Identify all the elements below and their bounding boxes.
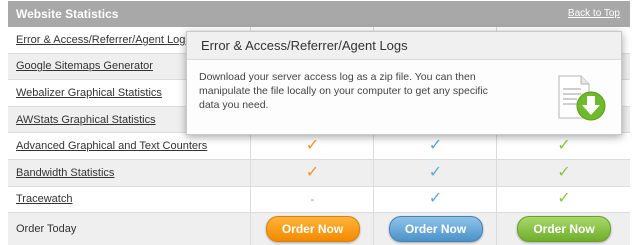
- plan-cell: ✓: [250, 133, 374, 159]
- not-included-dash: -: [310, 192, 315, 207]
- order-label-cell: Order Today: [8, 213, 258, 245]
- order-now-button[interactable]: Order Now: [388, 216, 483, 243]
- feature-link[interactable]: Google Sitemaps Generator: [16, 60, 153, 72]
- check-icon: ✓: [428, 137, 443, 155]
- order-cell: Order Now: [250, 213, 374, 245]
- order-today-label: Order Today: [16, 223, 77, 236]
- feature-tooltip: Error & Access/Referrer/Agent Logs Downl…: [186, 31, 622, 135]
- plan-cell: ✓: [373, 159, 497, 186]
- feature-label-cell: Tracewatch: [8, 187, 258, 213]
- check-icon: ✓: [428, 190, 443, 208]
- check-icon: ✓: [557, 190, 571, 208]
- feature-label-cell: Advanced Graphical and Text Counters: [8, 133, 258, 159]
- website-statistics-header: Website Statistics Back to Top: [8, 1, 630, 27]
- table-row: Bandwidth Statistics ✓ ✓ ✓: [8, 159, 631, 187]
- plan-cell: ✓: [496, 159, 631, 186]
- plan-cell: ✓: [373, 133, 497, 159]
- feature-link[interactable]: Webalizer Graphical Statistics: [16, 87, 162, 99]
- feature-link[interactable]: Bandwidth Statistics: [16, 167, 114, 179]
- plan-cell: ✓: [496, 133, 631, 159]
- check-icon: ✓: [557, 137, 571, 155]
- download-file-icon: [558, 75, 606, 121]
- plan-cell: ✓: [496, 186, 631, 213]
- tooltip-title: Error & Access/Referrer/Agent Logs: [187, 32, 621, 60]
- feature-link[interactable]: Error & Access/Referrer/Agent Logs: [16, 34, 191, 46]
- feature-link[interactable]: Advanced Graphical and Text Counters: [16, 140, 207, 152]
- section-title: Website Statistics: [16, 7, 119, 21]
- table-row: Advanced Graphical and Text Counters ✓ ✓ ✓: [8, 133, 630, 160]
- check-icon: ✓: [305, 137, 320, 155]
- order-cell: Order Now: [373, 213, 497, 245]
- check-icon: ✓: [557, 163, 571, 181]
- check-icon: ✓: [305, 163, 320, 181]
- check-icon: ✓: [428, 163, 443, 181]
- feature-link[interactable]: AWStats Graphical Statistics: [16, 114, 156, 126]
- order-now-button[interactable]: Order Now: [265, 216, 360, 243]
- plan-cell: -: [250, 186, 374, 213]
- table-row: Tracewatch - ✓ ✓: [8, 186, 631, 214]
- plan-cell: ✓: [373, 186, 497, 213]
- feature-link[interactable]: Tracewatch: [16, 193, 72, 205]
- order-row: Order Today Order Now Order Now Order Now: [8, 213, 630, 245]
- plan-cell: ✓: [250, 159, 374, 186]
- order-now-button[interactable]: Order Now: [517, 216, 611, 243]
- tooltip-body: Download your server access log as a zip…: [199, 71, 488, 111]
- order-cell: Order Now: [496, 213, 631, 245]
- feature-label-cell: Bandwidth Statistics: [8, 160, 258, 186]
- back-to-top-link[interactable]: Back to Top: [568, 8, 620, 19]
